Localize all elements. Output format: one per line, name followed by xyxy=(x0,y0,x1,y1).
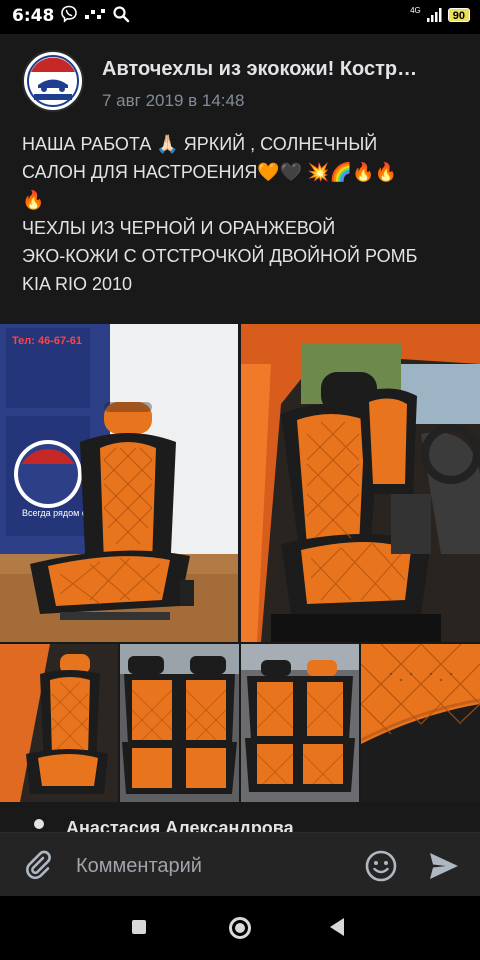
photo-car-front-seats[interactable] xyxy=(241,324,480,642)
system-nav-bar xyxy=(0,896,480,960)
post-text-line: KIA RIO 2010 xyxy=(22,274,133,294)
battery-icon: 90 xyxy=(447,8,470,22)
photo-rear-seats-2[interactable] xyxy=(241,644,359,802)
post-header: Авточехлы из экокожи! Костр… 7 авг 2019 … xyxy=(0,34,480,118)
search-icon xyxy=(113,6,130,23)
dots-icon xyxy=(85,9,105,19)
comment-bar xyxy=(0,832,480,896)
photo-rear-seats-1[interactable] xyxy=(120,644,239,802)
comment-author-name[interactable]: Анастасия Александрова xyxy=(66,818,294,832)
post-text-line: 🔥 xyxy=(22,190,45,210)
status-bar: 6:48 4G 90 xyxy=(0,0,480,34)
post-text-line: ЧЕХЛЫ ИЗ ЧЕРНОЙ И ОРАНЖЕВОЙ xyxy=(22,218,336,238)
recents-icon[interactable] xyxy=(132,920,146,934)
signal-icon xyxy=(426,8,442,22)
notification-icons xyxy=(60,5,130,23)
post-date: 7 авг 2019 в 14:48 xyxy=(102,91,245,110)
status-time: 6:48 xyxy=(12,6,55,26)
user-icon xyxy=(34,819,44,829)
photo1-phone-text: Тел: 46-67-61 xyxy=(12,335,82,347)
group-avatar[interactable] xyxy=(22,50,84,112)
home-icon[interactable] xyxy=(229,917,251,939)
photo1-slogan-text: Всегда рядом с xyxy=(22,508,87,518)
photo-seat-showroom[interactable]: Тел: 46-67-61 Всегда рядом с xyxy=(0,324,238,642)
network-label: 4G xyxy=(410,5,421,15)
system-icons: 4G 90 xyxy=(410,5,470,23)
comment-input[interactable] xyxy=(76,851,346,881)
send-icon[interactable] xyxy=(428,851,460,881)
photo-stitching-closeup[interactable] xyxy=(361,644,480,802)
post-text: НАША РАБОТА 🙏🏻 ЯРКИЙ , СОЛНЕЧНЫЙ САЛОН Д… xyxy=(22,128,462,298)
post-author[interactable]: Авточехлы из экокожи! Костр… xyxy=(102,58,417,81)
comment-preview[interactable]: Анастасия Александрова xyxy=(0,810,480,832)
viber-icon xyxy=(61,5,77,23)
post-text-line: ЭКО-КОЖИ С ОТСТРОЧКОЙ ДВОЙНОЙ РОМБ xyxy=(22,246,418,266)
post-text-line: САЛОН ДЛЯ НАСТРОЕНИЯ🧡🖤 💥🌈🔥🔥 xyxy=(22,162,397,182)
emoji-icon[interactable] xyxy=(364,849,398,883)
photo-driver-seat[interactable] xyxy=(0,644,118,802)
paperclip-icon[interactable] xyxy=(22,849,54,881)
partner-auto-logo-icon xyxy=(25,53,81,109)
post-text-line: НАША РАБОТА 🙏🏻 ЯРКИЙ , СОЛНЕЧНЫЙ xyxy=(22,134,378,154)
back-icon[interactable] xyxy=(330,918,344,936)
post-container: Авточехлы из экокожи! Костр… 7 авг 2019 … xyxy=(0,34,480,832)
